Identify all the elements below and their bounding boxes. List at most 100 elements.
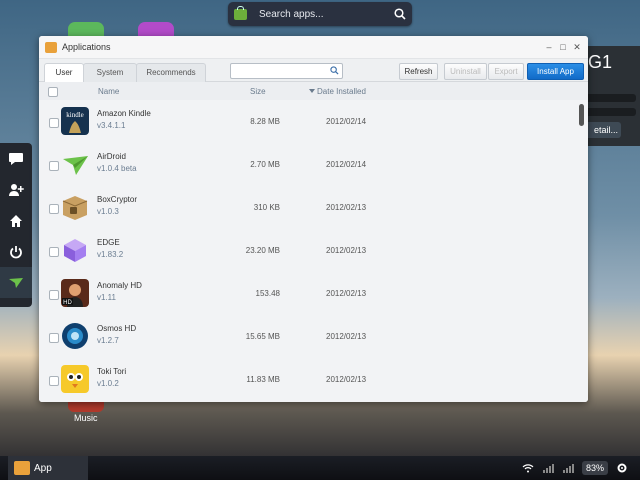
svg-text:kindle: kindle (66, 111, 84, 119)
column-name[interactable]: Name (98, 87, 119, 96)
app-name: Toki Tori (97, 367, 127, 376)
app-name: Amazon Kindle (97, 109, 151, 118)
taskbar-app-button[interactable]: App (8, 456, 88, 480)
app-date: 2012/02/13 (326, 332, 367, 341)
app-version: v1.0.3 (97, 207, 119, 216)
row-checkbox[interactable] (49, 118, 59, 128)
storage-bar (584, 94, 636, 102)
app-date: 2012/02/14 (326, 117, 367, 126)
signal-icon (562, 464, 574, 473)
app-size: 310 KB (253, 203, 280, 212)
list-scrollbar[interactable] (578, 100, 586, 402)
gear-icon[interactable] (616, 462, 628, 474)
dock-item-airdroid[interactable] (0, 267, 32, 298)
system-tray: 83% (522, 461, 640, 475)
power-icon (10, 245, 22, 258)
sort-desc-icon (309, 89, 315, 93)
battery-indicator: 83% (581, 461, 608, 475)
app-name: Osmos HD (97, 324, 137, 333)
app-box-icon (45, 41, 57, 53)
storage-bar (584, 108, 636, 116)
app-date: 2012/02/13 (326, 375, 367, 384)
edge-cube-icon (61, 236, 89, 264)
device-model-label: G1 (588, 52, 613, 72)
table-row[interactable]: HD Anomaly HD v1.11 153.48 2012/02/13 (39, 272, 577, 315)
app-filter-search[interactable] (230, 63, 343, 79)
refresh-button[interactable]: Refresh (399, 63, 438, 80)
close-button[interactable]: ✕ (570, 42, 584, 53)
app-date: 2012/02/13 (326, 289, 367, 298)
row-checkbox[interactable] (49, 290, 59, 300)
row-checkbox[interactable] (49, 161, 59, 171)
minimize-button[interactable]: – (542, 42, 556, 52)
column-date-installed[interactable]: Date Installed (317, 87, 366, 96)
signal-icon (542, 464, 554, 473)
select-all-checkbox[interactable] (48, 87, 58, 97)
install-app-button[interactable]: Install App (527, 63, 584, 80)
device-widget: G1 etail... (580, 46, 640, 146)
row-checkbox[interactable] (49, 204, 59, 214)
music-app-label: Music (74, 413, 98, 423)
app-size: 153.48 (255, 289, 280, 298)
window-toolbar: User System Recommends Refresh Uninstall… (39, 59, 588, 82)
chat-bubble-icon (9, 152, 23, 165)
airdroid-plane-icon (9, 277, 23, 288)
tab-user[interactable]: User (44, 63, 84, 82)
toki-tori-icon (61, 365, 89, 393)
applications-window: Applications – □ ✕ User System Recommend… (39, 36, 588, 402)
table-row[interactable]: BoxCryptor v1.0.3 310 KB 2012/02/13 (39, 186, 577, 229)
tab-system[interactable]: System (83, 63, 137, 82)
app-size: 2.70 MB (250, 160, 280, 169)
table-row[interactable]: AirDroid v1.0.4 beta 2.70 MB 2012/02/14 (39, 143, 577, 186)
maximize-button[interactable]: □ (556, 42, 570, 52)
list-header: Name Size Date Installed (39, 82, 588, 102)
table-row[interactable]: kindle Amazon Kindle v3.4.1.1 8.28 MB 20… (39, 100, 577, 143)
row-checkbox[interactable] (49, 333, 59, 343)
app-version: v1.0.4 beta (97, 164, 137, 173)
app-date: 2012/02/13 (326, 246, 367, 255)
app-date: 2012/02/14 (326, 160, 367, 169)
boxcryptor-icon (61, 193, 89, 221)
app-version: v1.2.7 (97, 336, 119, 345)
table-row[interactable]: Toki Tori v1.0.2 11.83 MB 2012/02/13 (39, 358, 577, 401)
app-size: 23.20 MB (245, 246, 280, 255)
app-name: Anomaly HD (97, 281, 142, 290)
app-search-placeholder: Search apps... (259, 8, 324, 20)
window-titlebar[interactable]: Applications – □ ✕ (39, 36, 588, 59)
app-search-bar[interactable]: Search apps... (228, 2, 412, 26)
wifi-icon (522, 464, 534, 473)
dock-item-home[interactable] (0, 205, 32, 236)
dock-item-power[interactable] (0, 236, 32, 267)
app-box-icon (14, 461, 30, 475)
anomaly-hd-icon: HD (61, 279, 89, 307)
taskbar-app-label: App (34, 462, 52, 474)
app-date: 2012/02/13 (326, 203, 367, 212)
window-title: Applications (62, 42, 111, 52)
table-row[interactable]: Osmos HD v1.2.7 15.65 MB 2012/02/13 (39, 315, 577, 358)
battery-level: 83% (585, 463, 604, 473)
uninstall-button[interactable]: Uninstall (444, 63, 487, 80)
dock-item-contacts[interactable] (0, 174, 32, 205)
search-icon[interactable] (394, 8, 406, 20)
app-version: v3.4.1.1 (97, 121, 126, 130)
tab-recommends[interactable]: Recommends (136, 63, 206, 82)
column-size[interactable]: Size (250, 87, 266, 96)
search-icon[interactable] (330, 66, 339, 75)
dock-item-messages[interactable] (0, 143, 32, 174)
add-user-icon (9, 183, 24, 196)
app-size: 11.83 MB (246, 375, 280, 384)
app-store-icon (234, 5, 247, 20)
export-button[interactable]: Export (488, 63, 524, 80)
taskbar: App 83% (0, 456, 640, 480)
details-button[interactable]: etail... (584, 122, 621, 138)
app-name: AirDroid (97, 152, 126, 161)
app-version: v1.0.2 (97, 379, 119, 388)
scrollbar-thumb[interactable] (579, 104, 584, 126)
left-dock (0, 143, 32, 307)
app-name: BoxCryptor (97, 195, 138, 204)
table-row[interactable]: EDGE v1.83.2 23.20 MB 2012/02/13 (39, 229, 577, 272)
osmos-icon (61, 322, 89, 350)
app-version: v1.83.2 (97, 250, 124, 259)
row-checkbox[interactable] (49, 376, 59, 386)
row-checkbox[interactable] (49, 247, 59, 257)
